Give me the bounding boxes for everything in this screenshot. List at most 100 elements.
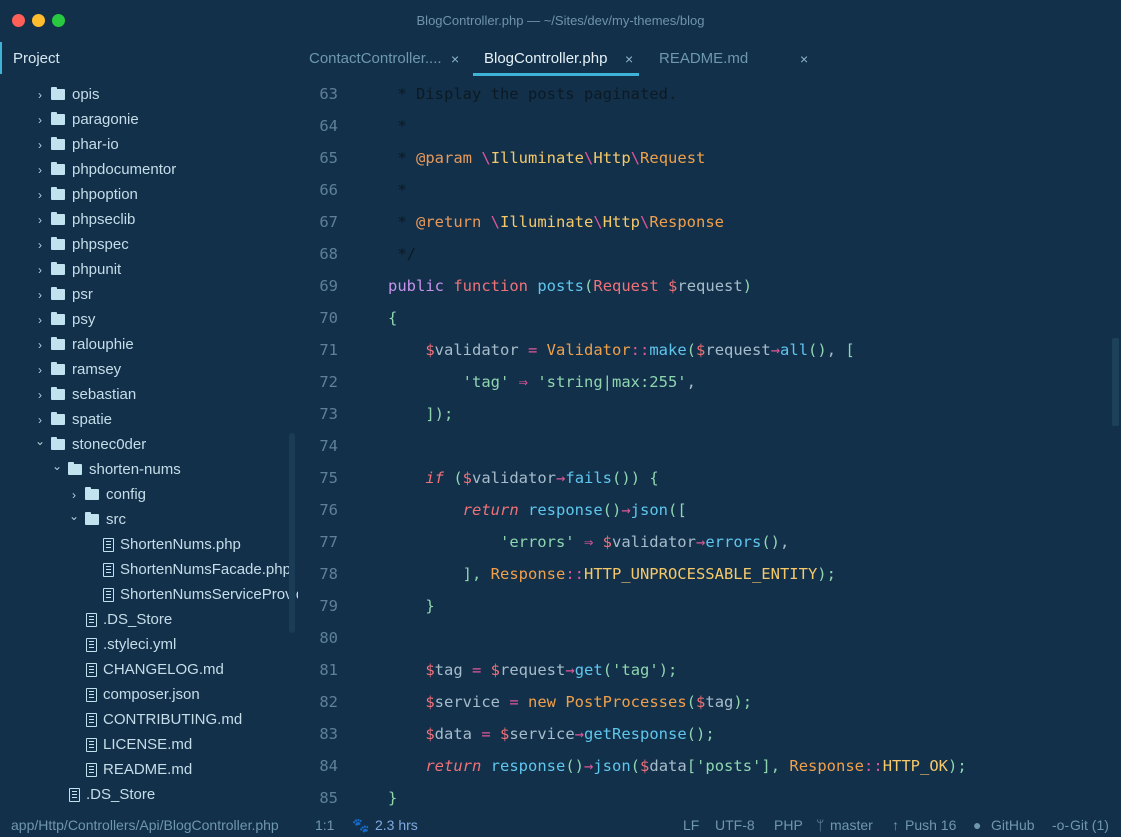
grammar[interactable]: PHP [774,817,803,833]
tab-contactcontroller[interactable]: ContactController.... [309,40,442,76]
close-tab-icon[interactable]: × [451,51,459,67]
line-number[interactable]: 81 [298,654,338,686]
file-item[interactable]: composer.json [86,682,200,707]
folder-item[interactable]: › psy [33,307,95,332]
folder-item[interactable]: › psr [33,282,93,307]
line-number[interactable]: 69 [298,270,338,302]
chevron-right-icon[interactable]: › [33,363,47,377]
chevron-right-icon[interactable]: › [33,138,47,152]
token-ns: Illuminate [490,149,585,167]
token-dollar: $ [500,725,510,743]
tab-blogcontroller[interactable]: BlogController.php [473,40,639,76]
file-path[interactable]: app/Http/Controllers/Api/BlogController.… [11,817,279,833]
file-item[interactable]: .DS_Store [86,607,172,632]
encoding[interactable]: UTF-8 [715,817,755,833]
file-item[interactable]: LICENSE.md [86,732,192,757]
line-number[interactable]: 75 [298,462,338,494]
line-number[interactable]: 66 [298,174,338,206]
cursor-position[interactable]: 1:1 [315,817,334,833]
line-number[interactable]: 76 [298,494,338,526]
line-number[interactable]: 68 [298,238,338,270]
chevron-down-icon[interactable]: ⌄ [50,459,64,473]
line-number[interactable]: 80 [298,622,338,654]
chevron-right-icon[interactable]: › [33,263,47,277]
chevron-right-icon[interactable]: › [33,338,47,352]
file-item[interactable]: ShortenNumsFacade.php [103,557,291,582]
chevron-right-icon[interactable]: › [33,113,47,127]
chevron-right-icon[interactable]: › [33,313,47,327]
folder-item[interactable]: › paragonie [33,107,139,132]
token-comment: * [360,117,407,135]
folder-item[interactable]: › spatie [33,407,112,432]
file-item[interactable]: ShortenNumsServiceProvider.php [103,582,298,607]
chevron-right-icon[interactable]: › [33,238,47,252]
folder-item[interactable]: ⌄ stonec0der [33,432,146,457]
file-item[interactable]: CHANGELOG.md [86,657,224,682]
folder-item[interactable]: › phpspec [33,232,129,257]
folder-icon [85,512,99,525]
line-number[interactable]: 84 [298,750,338,782]
token-dollar: $ [640,757,650,775]
token-dollar: $ [425,725,435,743]
file-item[interactable]: ShortenNums.php [103,532,241,557]
file-item[interactable]: .DS_Store [69,782,155,807]
line-number[interactable]: 85 [298,782,338,814]
line-number[interactable]: 70 [298,302,338,334]
file-item[interactable]: .styleci.yml [86,632,176,657]
line-number[interactable]: 67 [298,206,338,238]
folder-icon [51,312,65,325]
line-number[interactable]: 77 [298,526,338,558]
folder-item[interactable]: › opis [33,82,100,107]
folder-item[interactable]: › phpunit [33,257,121,282]
line-number[interactable]: 63 [298,78,338,110]
chevron-right-icon[interactable]: › [33,413,47,427]
github-button[interactable]: GitHub [991,817,1035,833]
chevron-down-icon[interactable]: ⌄ [33,434,47,448]
folder-item[interactable]: ⌄ src [67,507,126,532]
folder-item[interactable]: › phpoption [33,182,138,207]
git-branch[interactable]: master [830,817,873,833]
folder-item[interactable]: › config [67,482,146,507]
chevron-right-icon[interactable]: › [33,213,47,227]
git-button[interactable]: Git (1) [1070,817,1109,833]
line-number[interactable]: 82 [298,686,338,718]
line-number[interactable]: 65 [298,142,338,174]
file-item[interactable]: CONTRIBUTING.md [86,707,242,732]
token-comment: */ [360,245,416,263]
chevron-right-icon[interactable]: › [33,388,47,402]
folder-item[interactable]: › sebastian [33,382,136,407]
github-icon: ● [973,817,982,833]
folder-item[interactable]: › phpseclib [33,207,135,232]
file-item[interactable]: README.md [86,757,192,782]
line-number[interactable]: 73 [298,398,338,430]
chevron-right-icon[interactable]: › [33,88,47,102]
folder-item[interactable]: › phar-io [33,132,119,157]
tab-readme[interactable]: README.md [659,40,748,76]
folder-item[interactable]: › phpdocumentor [33,157,176,182]
folder-item[interactable]: › ralouphie [33,332,134,357]
line-ending[interactable]: LF [683,817,699,833]
line-number[interactable]: 71 [298,334,338,366]
line-number[interactable]: 64 [298,110,338,142]
sidebar-scrollbar[interactable] [289,433,295,633]
line-number[interactable]: 72 [298,366,338,398]
push-button[interactable]: Push 16 [905,817,956,833]
chevron-right-icon[interactable]: › [33,288,47,302]
line-number[interactable]: 83 [298,718,338,750]
code-editor[interactable]: 63 * Display the posts paginated. 64 * 65 … [298,78,1121,812]
chevron-down-icon[interactable]: ⌄ [67,509,81,523]
close-tab-icon[interactable]: × [800,51,808,67]
line-number[interactable]: 79 [298,590,338,622]
chevron-right-icon[interactable]: › [67,488,81,502]
folder-item[interactable]: › ramsey [33,357,121,382]
close-tab-icon[interactable]: × [625,51,633,67]
editor-scrollbar[interactable] [1112,338,1119,426]
line-number[interactable]: 78 [298,558,338,590]
line-number[interactable]: 74 [298,430,338,462]
chevron-right-icon[interactable]: › [33,163,47,177]
chevron-right-icon[interactable]: › [33,188,47,202]
folder-item[interactable]: ⌄ shorten-nums [50,457,181,482]
time-tracker[interactable]: 2.3 hrs [375,817,418,833]
project-panel-tab[interactable]: Project [0,42,298,74]
